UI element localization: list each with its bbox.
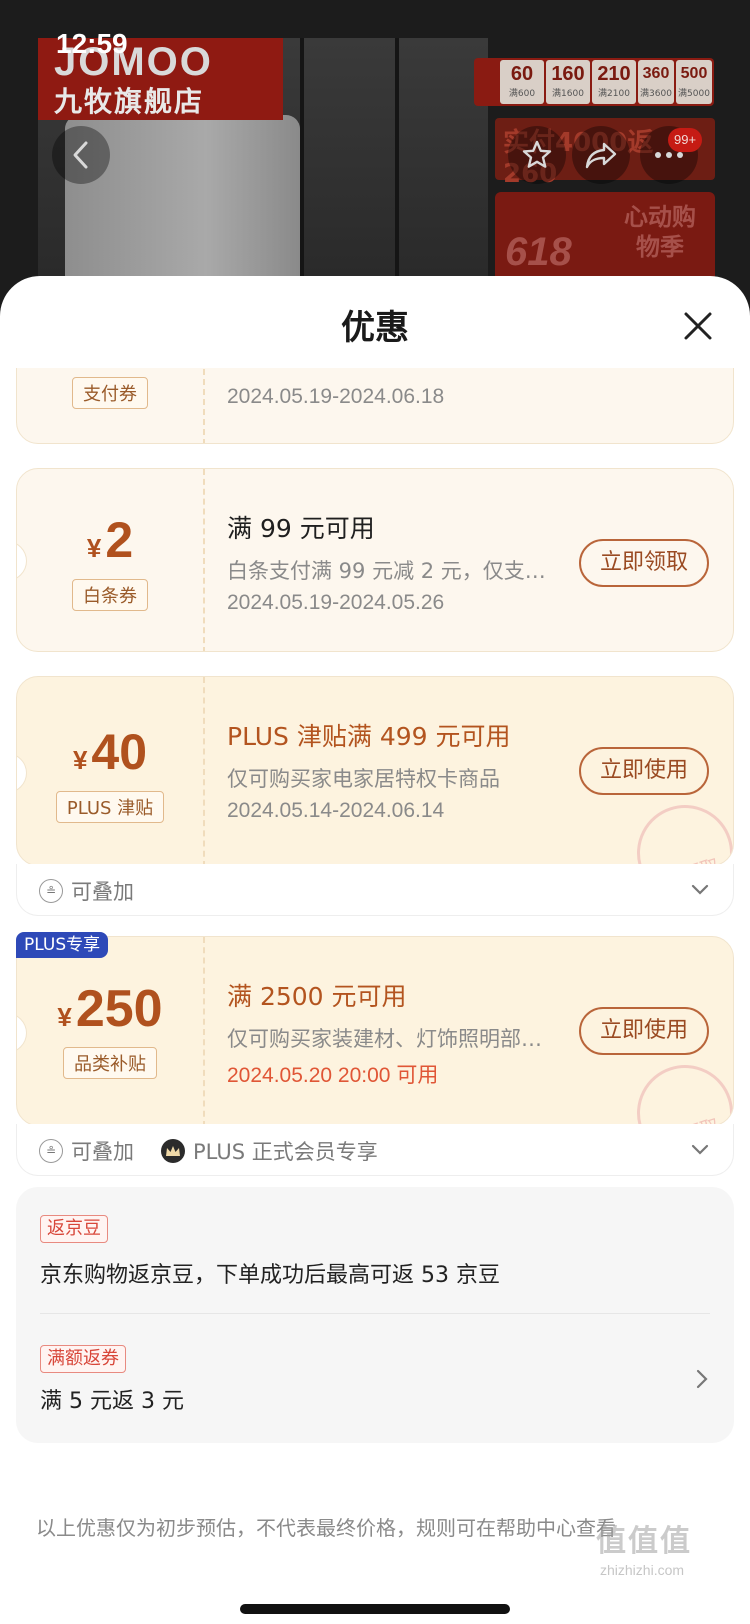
stackable-label: ≗ 可叠加 <box>39 876 134 906</box>
watermark-url: zhizhizhi.com <box>600 1562 685 1578</box>
promo-cell: 210 满2100 <box>592 60 636 104</box>
close-icon <box>684 312 712 340</box>
coupon-title: PLUS 津贴满 499 元可用 <box>227 722 511 751</box>
coupon-left: ¥250 品类补贴 <box>17 983 203 1079</box>
claimed-stamp: 已领取 <box>624 792 733 865</box>
coupon-amount: ¥2 <box>86 512 134 568</box>
promo-cell: 500 满5000 <box>676 60 712 104</box>
promo-cell: 60 满600 <box>500 60 544 104</box>
plus-exclusive-badge: PLUS专享 <box>16 932 109 958</box>
crown-icon <box>161 1139 185 1163</box>
coupon-title: 满 99 元可用 <box>227 514 375 543</box>
full-return-coupon-row[interactable]: 满额返券 满 5 元返 3 元 <box>16 1313 734 1443</box>
jingdou-text: 京东购物返京豆，下单成功后最高可返 53 京豆 <box>40 1263 500 1288</box>
claimed-stamp: 已领取 <box>624 1052 733 1125</box>
coupon-left: 支付券 <box>17 377 203 409</box>
coupon-card: ¥2 白条券 满 99 元可用 白条支付满 99 元减 2 元，仅支持部分商品 … <box>16 468 734 652</box>
coupon-type-tag: 支付券 <box>72 377 148 409</box>
coupon-card: 支付券 2024.05.19-2024.06.18 <box>16 368 734 444</box>
chevron-right-icon <box>696 1369 708 1389</box>
coupon-divider <box>203 469 205 651</box>
coupon-footer[interactable]: ≗ 可叠加 PLUS 正式会员专享 <box>16 1124 734 1176</box>
plus-member-label: PLUS 正式会员专享 <box>161 1136 378 1166</box>
share-icon <box>585 142 617 169</box>
coupon-divider <box>203 937 205 1125</box>
favorite-button[interactable] <box>508 126 566 184</box>
use-button[interactable]: 立即使用 <box>579 1007 709 1055</box>
coupon-description: 白条支付满 99 元减 2 元，仅支持部分商品 <box>227 559 557 583</box>
coupon-date: 2024.05.14-2024.06.14 <box>227 799 445 822</box>
coupon-divider <box>203 677 205 865</box>
stack-icon: ≗ <box>39 1139 63 1163</box>
coupon-description: 仅可购买家电家居特权卡商品 <box>227 767 500 791</box>
share-button[interactable] <box>572 126 630 184</box>
coupon-valid-time: 2024.05.20 20:00 可用 <box>227 1064 439 1087</box>
coupon-amount: ¥250 <box>57 980 163 1038</box>
coupon-date: 2024.05.19-2024.06.18 <box>227 385 445 408</box>
coupon-left: ¥40 PLUS 津贴 <box>17 727 203 823</box>
watermark: 值值值 <box>596 1524 692 1559</box>
promo-618-tagline: 心动购物季 <box>624 203 696 261</box>
coupon-left: ¥2 白条券 <box>17 515 203 611</box>
use-button[interactable]: 立即使用 <box>579 747 709 795</box>
jingdou-tag: 返京豆 <box>40 1215 108 1243</box>
coupon-description: 仅可购买家装建材、灯饰照明部分商品 <box>227 1027 557 1051</box>
coupon-footer[interactable]: ≗ 可叠加 <box>16 864 734 916</box>
stack-icon: ≗ <box>39 879 63 903</box>
promo-cell: 160 满1600 <box>546 60 590 104</box>
chevron-down-icon <box>691 1144 709 1155</box>
rewards-info-card: 返京豆 京东购物返京豆，下单成功后最高可返 53 京豆 满额返券 满 5 元返 … <box>16 1187 734 1443</box>
coupon-list[interactable]: 支付券 2024.05.19-2024.06.18 ¥2 白条券 满 99 元可… <box>0 368 750 1624</box>
star-icon <box>522 140 552 168</box>
full-return-text: 满 5 元返 3 元 <box>40 1389 184 1414</box>
brand-store-name: 九牧旗舰店 <box>54 85 205 118</box>
chevron-down-icon <box>691 884 709 895</box>
coupon-title: 满 2500 元可用 <box>227 982 407 1011</box>
sheet-title: 优惠 <box>341 308 409 348</box>
home-indicator[interactable] <box>240 1604 510 1614</box>
more-dots-icon <box>655 152 683 158</box>
coupon-type-tag: 白条券 <box>72 579 148 611</box>
status-bar-time: 12:59 <box>56 28 128 59</box>
coupon-card: ¥40 PLUS 津贴 PLUS 津贴满 499 元可用 仅可购买家电家居特权卡… <box>16 676 734 866</box>
stackable-label: ≗ 可叠加 <box>39 1136 134 1166</box>
back-button[interactable] <box>52 126 110 184</box>
coupon-type-tag: PLUS 津贴 <box>55 791 165 823</box>
promo-618-text: 618 <box>505 230 572 274</box>
close-button[interactable] <box>676 304 720 348</box>
promo-618-banner: 618 心动购物季 <box>495 192 715 282</box>
coupon-sheet: 优惠 支付券 2024.05.19-2024.06.18 ¥2 白条券 满 99… <box>0 276 750 1624</box>
promo-cell: 360 满3600 <box>638 60 674 104</box>
chevron-left-icon <box>73 141 88 169</box>
notification-badge: 99+ <box>668 128 703 152</box>
coupon-type-tag: 品类补贴 <box>63 1047 157 1079</box>
disclaimer-text: 以上优惠仅为初步预估，不代表最终价格，规则可在帮助中心查看 <box>36 1516 616 1540</box>
coupon-card: ¥250 品类补贴 满 2500 元可用 仅可购买家装建材、灯饰照明部分商品 2… <box>16 936 734 1126</box>
claim-button[interactable]: 立即领取 <box>579 539 709 587</box>
coupon-amount: ¥40 <box>72 724 148 780</box>
coupon-divider <box>203 368 205 443</box>
coupon-date: 2024.05.19-2024.05.26 <box>227 591 445 614</box>
full-return-tag: 满额返券 <box>40 1345 126 1373</box>
